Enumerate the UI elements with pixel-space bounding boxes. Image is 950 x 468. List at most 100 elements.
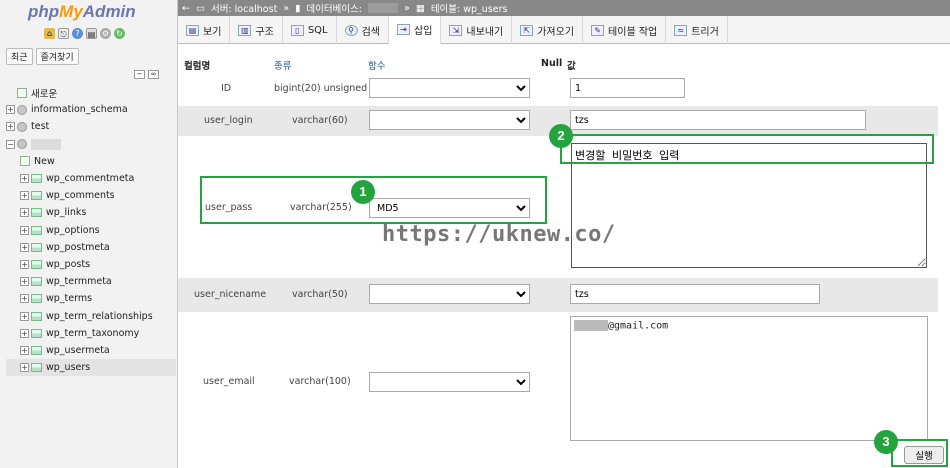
table-icon [31, 311, 42, 321]
link-icon[interactable]: ∞ [148, 70, 159, 79]
sidebar-tabs: 최근 즐겨찾기 [6, 48, 79, 65]
header-column: 컬럼명 [184, 61, 211, 72]
sql-icon: ▯ [290, 24, 304, 36]
settings-icon[interactable]: ⚙ [100, 28, 111, 39]
breadcrumb-database[interactable]: 데이터베이스: [306, 1, 362, 15]
tree-item-table[interactable]: + wp_links [6, 204, 176, 221]
row-id: ID bigint(20) unsigned [178, 74, 938, 104]
tree-item-new[interactable]: 새로운 [6, 84, 176, 101]
tab-triggers[interactable]: ≈ 트리거 [666, 16, 728, 44]
tab-structure[interactable]: ▥ 구조 [230, 16, 283, 44]
browse-icon: ▤ [186, 24, 199, 36]
header-function: 함수 [368, 61, 386, 72]
function-select[interactable] [369, 110, 530, 130]
table-icon [31, 294, 42, 304]
breadcrumb-server[interactable]: 서버: localhost [211, 1, 277, 15]
tree-item-information-schema[interactable]: + information_schema [6, 101, 176, 118]
tab-export[interactable]: ⇲ 내보내기 [441, 16, 513, 44]
tab-operations[interactable]: ✎ 테이블 작업 [583, 16, 667, 44]
tree-item-table[interactable]: + wp_term_taxonomy [6, 325, 176, 342]
step-badge-2: 2 [549, 124, 573, 148]
breadcrumb: ← ▭ 서버: localhost » ▮ 데이터베이스: » ▦ 테이블: w… [178, 0, 950, 16]
logout-icon[interactable]: ⎋ [58, 28, 69, 39]
trigger-icon: ≈ [674, 24, 688, 36]
breadcrumb-table[interactable]: 테이블: wp_users [431, 1, 508, 15]
header-value: 값 [567, 61, 576, 72]
step-badge-1: 1 [351, 180, 375, 204]
row-user-nicename: user_nicename varchar(50) [178, 278, 938, 312]
function-select[interactable] [369, 284, 530, 304]
expand-icon[interactable]: + [20, 225, 29, 235]
tree-item-table[interactable]: + wp_posts [6, 256, 176, 273]
table-icon [31, 277, 42, 287]
tab-insert[interactable]: ⇥ 삽입 [389, 16, 442, 44]
expand-icon[interactable]: + [6, 105, 15, 115]
expand-icon[interactable]: + [20, 328, 29, 338]
docs-icon[interactable]: ▤ [86, 28, 97, 39]
tree-item-table[interactable]: + wp_usermeta [6, 342, 176, 359]
tree-item-table[interactable]: + wp_options [6, 222, 176, 239]
database-icon: ▮ [295, 2, 301, 14]
expand-icon[interactable]: + [20, 242, 29, 252]
expand-icon[interactable]: + [6, 122, 15, 132]
tree-item-current-db[interactable]: − [6, 136, 176, 153]
help-icon[interactable]: ? [72, 28, 83, 39]
tree-item-table-active[interactable]: + wp_users [6, 359, 176, 377]
value-textarea-user-pass[interactable]: 변경할 비밀번호 입력 [571, 143, 927, 268]
tree-item-table[interactable]: + wp_term_relationships [6, 307, 176, 324]
table-icon: ▦ [415, 2, 425, 14]
new-icon [20, 156, 30, 167]
expand-icon[interactable]: + [20, 174, 29, 184]
sidebar-quick-icons: ⌂ ⎋ ? ▤ ⚙ ↻ [44, 28, 125, 39]
navigation-sidebar: phpMyAdmin ⌂ ⎋ ? ▤ ⚙ ↻ 최근 즐겨찾기 − ∞ 새로운 +… [0, 0, 178, 468]
table-icon [31, 242, 42, 252]
expand-icon[interactable]: + [20, 259, 29, 269]
step-badge-3: 3 [874, 430, 898, 454]
value-input-user-nicename[interactable] [570, 284, 820, 304]
tree-item-table[interactable]: + wp_terms [6, 290, 176, 307]
value-textarea-user-email[interactable]: @gmail.com [570, 316, 928, 441]
tab-favorites[interactable]: 즐겨찾기 [35, 48, 79, 65]
tree-item-new-table[interactable]: New [6, 153, 176, 170]
back-arrow-icon[interactable]: ← [182, 3, 190, 14]
expand-icon[interactable]: + [20, 345, 29, 355]
expand-icon[interactable]: + [20, 311, 29, 321]
expand-icon[interactable]: + [20, 208, 29, 218]
table-icon [31, 259, 42, 269]
value-input-user-login[interactable] [570, 110, 866, 130]
function-select[interactable] [369, 78, 530, 98]
export-icon: ⇲ [449, 24, 463, 36]
insert-icon: ⇥ [397, 24, 411, 35]
go-button[interactable]: 실행 [904, 446, 944, 464]
expand-icon[interactable]: + [20, 191, 29, 201]
function-select-md5[interactable]: MD5 [369, 198, 530, 218]
collapse-icon[interactable]: − [6, 139, 15, 149]
reload-icon[interactable]: ↻ [114, 28, 125, 39]
home-icon[interactable]: ⌂ [44, 28, 55, 39]
redacted-db-name [31, 138, 61, 150]
header-type: 종류 [274, 61, 292, 72]
table-icon [31, 363, 42, 373]
tree-item-test[interactable]: + test [6, 118, 176, 135]
value-input-id[interactable] [570, 78, 685, 98]
function-select[interactable] [369, 372, 530, 392]
collapse-all-icon[interactable]: − [134, 70, 145, 79]
table-icon [31, 191, 42, 201]
expand-icon[interactable]: + [20, 363, 29, 373]
redacted-email-user [574, 320, 608, 331]
tree-item-table[interactable]: + wp_commentmeta [6, 170, 176, 187]
expand-icon[interactable]: + [20, 277, 29, 287]
tree-item-table[interactable]: + wp_postmeta [6, 239, 176, 256]
tab-import[interactable]: ⇱ 가져오기 [512, 16, 584, 44]
tab-sql[interactable]: ▯ SQL [283, 16, 337, 44]
tab-search[interactable]: ⚲ 검색 [337, 16, 390, 44]
tree-item-table[interactable]: + wp_comments [6, 187, 176, 204]
tree-item-table[interactable]: + wp_termmeta [6, 273, 176, 290]
header-null: Null [541, 58, 563, 69]
tab-recent[interactable]: 최근 [6, 48, 33, 65]
tab-browse[interactable]: ▤ 보기 [178, 16, 231, 44]
phpmyadmin-logo[interactable]: phpMyAdmin [28, 2, 136, 22]
insert-form: 컬럼명 종류 함수 Null 값 ID bigint(20) unsigned … [178, 44, 950, 468]
table-menu: ▤ 보기 ▥ 구조 ▯ SQL ⚲ 검색 ⇥ 삽입 ⇲ 내보내기 ⇱ 가져오기 ✎ 테이블 작업… [178, 16, 950, 44]
expand-icon[interactable]: + [20, 294, 29, 304]
